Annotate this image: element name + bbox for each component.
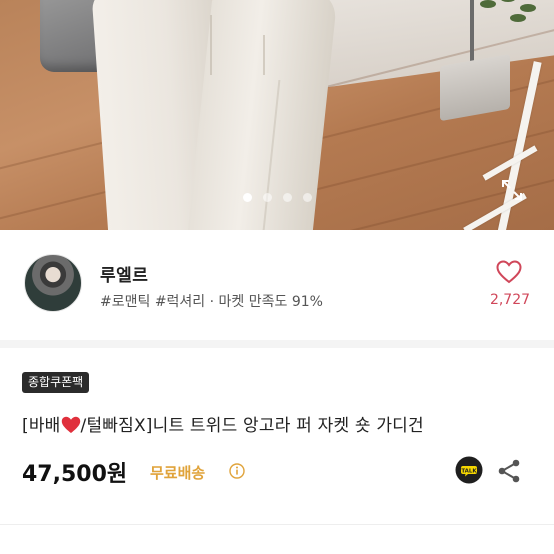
expand-icon[interactable] <box>500 178 524 202</box>
pants-pocket <box>263 35 277 75</box>
info-icon[interactable] <box>229 463 245 479</box>
coupon-badge: 종합쿠폰팩 <box>22 372 90 393</box>
seller-info[interactable]: 루엘르 #로맨틱 #럭셔리 · 마켓 만족도 91% 2,727 <box>0 230 554 340</box>
seller-avatar[interactable] <box>24 254 82 312</box>
pants-pocket <box>210 15 226 75</box>
heart-outline-icon[interactable] <box>496 260 522 284</box>
carousel-dot[interactable] <box>282 193 292 202</box>
product-price: 47,500원 <box>22 462 128 487</box>
product-image-carousel[interactable] <box>0 0 554 230</box>
carousel-dot[interactable] <box>262 193 272 202</box>
seller-tags: #로맨틱 #럭셔리 · 마켓 만족도 91% <box>100 294 323 310</box>
like-count: 2,727 <box>489 292 531 308</box>
plant <box>470 0 554 50</box>
svg-text:TALK: TALK <box>461 468 477 474</box>
share-icon[interactable] <box>497 458 521 484</box>
product-title-suffix: /털빠짐X]니트 트위드 앙고라 퍼 자켓 숏 가디건 <box>80 416 424 436</box>
carousel-dot-active[interactable] <box>242 193 252 202</box>
carousel-indicator <box>0 193 554 205</box>
seller-name[interactable]: 루엘르 <box>100 261 148 286</box>
product-title-prefix: [바배 <box>22 416 61 436</box>
section-divider <box>0 524 554 525</box>
product-title: [바배 /털빠짐X]니트 트위드 앙고라 퍼 자켓 숏 가디건 <box>22 411 424 436</box>
red-heart-icon <box>61 416 80 433</box>
kakao-talk-icon[interactable]: TALK <box>455 456 483 484</box>
section-divider <box>0 340 554 348</box>
carousel-dot[interactable] <box>302 193 312 202</box>
free-shipping-label: 무료배송 <box>150 464 206 482</box>
